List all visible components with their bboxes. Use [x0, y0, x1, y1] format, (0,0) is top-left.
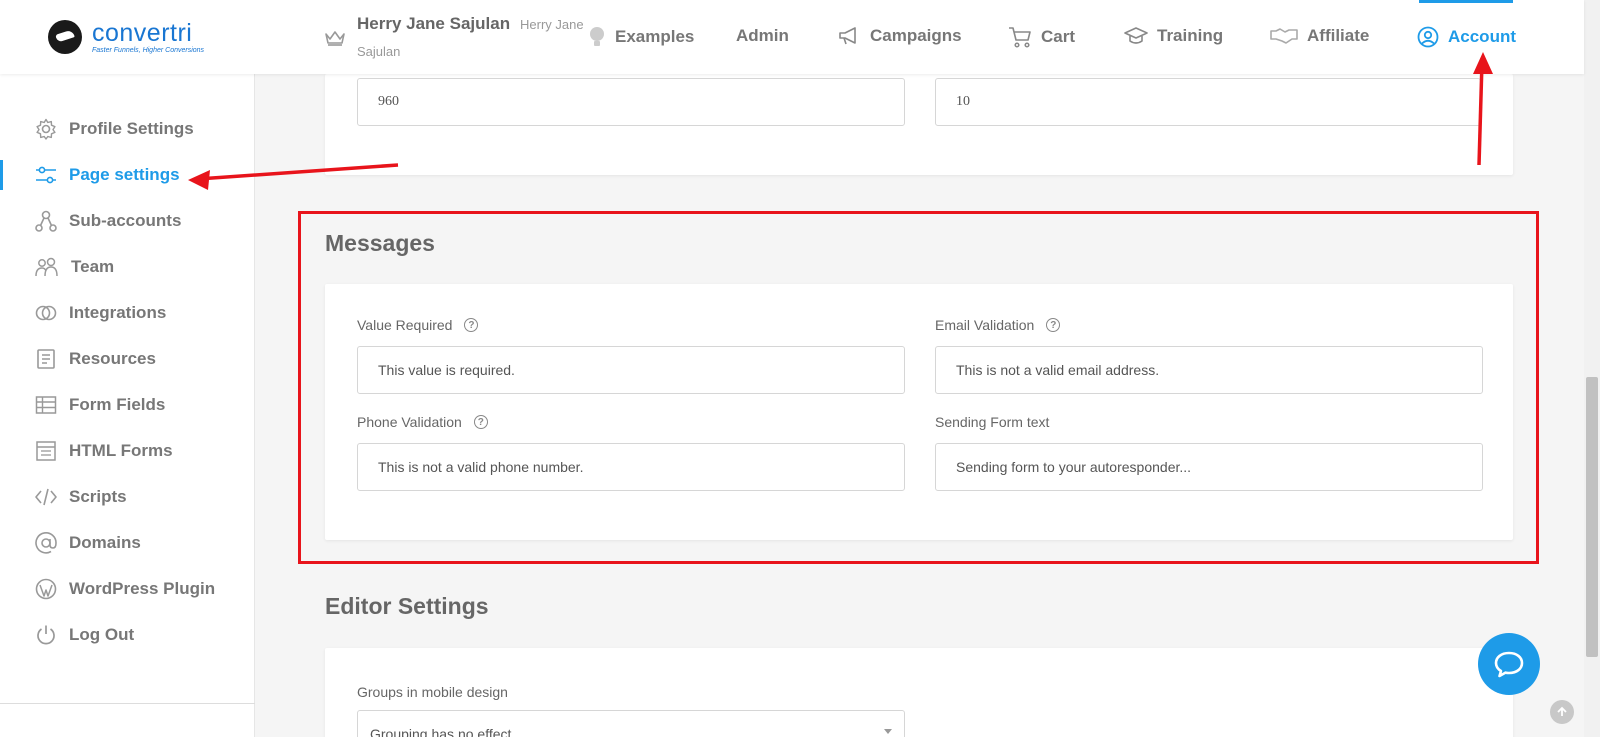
page-scrollbar[interactable]	[1584, 0, 1600, 737]
nav-examples[interactable]: Examples	[588, 26, 694, 48]
code-icon	[35, 488, 57, 506]
sidebar-item-team[interactable]: Team	[35, 256, 114, 278]
scrollbar-thumb[interactable]	[1586, 377, 1598, 657]
nav-campaigns[interactable]: Campaigns	[837, 26, 962, 46]
scroll-to-top-button[interactable]	[1550, 700, 1574, 724]
sidebar-item-sub-accounts[interactable]: Sub-accounts	[35, 210, 181, 232]
sidebar-item-label: WordPress Plugin	[69, 579, 216, 598]
groups-mobile-label: Groups in mobile design	[357, 684, 508, 700]
nav-affiliate[interactable]: Affiliate	[1270, 26, 1369, 46]
top-header: convertri Faster Funnels, Higher Convers…	[0, 0, 1584, 74]
nav-cart[interactable]: Cart	[1008, 26, 1075, 48]
logo-tagline: Faster Funnels, Higher Conversions	[92, 46, 205, 54]
page-width-input[interactable]: 960	[357, 78, 905, 126]
sidebar-item-log-out[interactable]: Log Out	[35, 624, 134, 646]
sidebar-item-form-fields[interactable]: Form Fields	[35, 394, 165, 416]
chat-bubble-icon	[1494, 651, 1524, 678]
sidebar-item-html-forms[interactable]: HTML Forms	[35, 440, 173, 462]
sidebar-item-label: Sub-accounts	[69, 211, 182, 230]
form-icon	[36, 441, 56, 461]
nav-campaigns-label: Campaigns	[870, 26, 962, 45]
arrow-up-icon	[1557, 706, 1567, 716]
chat-support-button[interactable]	[1478, 633, 1540, 695]
table-icon	[35, 396, 57, 414]
sidebar-active-indicator	[0, 160, 3, 190]
sidebar-item-resources[interactable]: Resources	[35, 348, 156, 370]
sidebar-item-label: Resources	[69, 349, 156, 368]
groups-mobile-select-value: Grouping has no effect	[370, 726, 512, 737]
sliders-icon	[36, 166, 56, 184]
nav-admin-label: Admin	[736, 26, 789, 45]
sidebar-item-label: Scripts	[69, 487, 127, 506]
sidebar-item-label: Team	[71, 257, 115, 276]
nav-training[interactable]: Training	[1124, 26, 1223, 46]
page-size-card: 960 10	[325, 74, 1513, 175]
at-icon	[35, 532, 57, 554]
user-circle-icon	[1417, 26, 1439, 48]
link-icon	[35, 305, 57, 321]
sidebar-item-label: Integrations	[69, 303, 167, 322]
messages-highlight-annotation	[298, 211, 1539, 564]
sidebar-item-label: Form Fields	[69, 395, 166, 414]
sidebar-item-label: Domains	[69, 533, 141, 552]
logo-mark-icon	[48, 20, 82, 54]
team-icon	[35, 257, 58, 277]
sidebar-item-label: Page settings	[69, 165, 180, 184]
nav-account[interactable]: Account	[1417, 26, 1516, 48]
page-padding-input[interactable]: 10	[935, 78, 1481, 126]
book-icon	[37, 349, 55, 369]
editor-settings-card: Groups in mobile design Grouping has no …	[325, 648, 1513, 737]
lightbulb-icon	[590, 27, 604, 46]
chevron-down-icon	[884, 729, 892, 734]
editor-settings-title: Editor Settings	[325, 593, 489, 619]
nav-active-indicator	[1419, 0, 1513, 3]
sidebar-item-scripts[interactable]: Scripts	[35, 486, 127, 508]
sidebar-divider	[0, 703, 255, 704]
groups-mobile-label-text: Groups in mobile design	[357, 684, 508, 700]
convertri-logo[interactable]: convertri Faster Funnels, Higher Convers…	[48, 20, 204, 54]
network-icon	[35, 210, 57, 232]
nav-admin[interactable]: Admin	[736, 26, 789, 46]
sidebar-item-page-settings[interactable]: Page settings	[35, 164, 180, 186]
nav-account-label: Account	[1448, 27, 1516, 46]
user-sub-line2: Sajulan	[357, 44, 401, 59]
sidebar-item-label: Profile Settings	[69, 119, 194, 138]
sidebar-item-integrations[interactable]: Integrations	[35, 302, 166, 324]
nav-training-label: Training	[1157, 26, 1224, 45]
graduation-cap-icon	[1124, 27, 1148, 44]
gear-icon	[36, 118, 56, 140]
megaphone-icon	[839, 27, 856, 45]
wordpress-icon	[35, 578, 57, 600]
logo-name: convertri	[92, 18, 193, 47]
nav-examples-label: Examples	[615, 27, 695, 46]
crown-icon	[325, 31, 345, 46]
settings-sidebar: Profile Settings Page settings Sub-accou…	[0, 74, 255, 737]
sidebar-item-profile-settings[interactable]: Profile Settings	[35, 118, 194, 140]
user-sub-line1: Herry Jane	[520, 17, 584, 32]
sidebar-item-domains[interactable]: Domains	[35, 532, 141, 554]
sidebar-item-wordpress-plugin[interactable]: WordPress Plugin	[35, 578, 215, 600]
groups-mobile-select[interactable]: Grouping has no effect	[357, 710, 905, 737]
nav-affiliate-label: Affiliate	[1307, 26, 1370, 45]
user-name: Herry Jane Sajulan	[357, 14, 511, 33]
power-icon	[37, 625, 55, 645]
sidebar-item-label: Log Out	[69, 625, 135, 644]
sidebar-item-label: HTML Forms	[69, 441, 173, 460]
handshake-icon	[1270, 28, 1298, 44]
cart-icon	[1009, 27, 1031, 48]
nav-cart-label: Cart	[1041, 27, 1076, 46]
